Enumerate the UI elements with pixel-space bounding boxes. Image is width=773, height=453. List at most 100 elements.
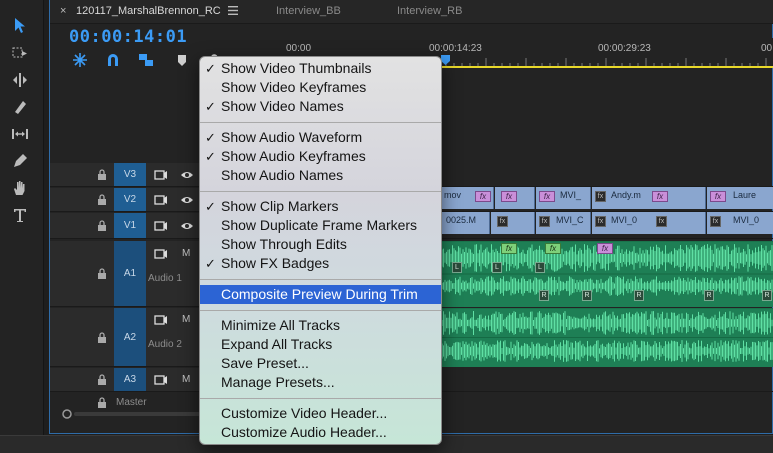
waveform-lane — [442, 311, 773, 335]
menu-item-customize-video-header[interactable]: Customize Video Header... — [200, 404, 441, 423]
video-clip[interactable]: fx MVI_0 fx — [592, 212, 706, 234]
tab-interview-rb[interactable]: Interview_RB — [397, 5, 462, 17]
ripple-edit-tool-icon[interactable] — [6, 69, 34, 91]
menu-item-show-video-names[interactable]: ✓ Show Video Names — [200, 97, 441, 116]
r-badge: R — [704, 290, 714, 301]
zoom-scrollbar[interactable] — [62, 409, 200, 419]
sync-lock-icon[interactable] — [154, 220, 168, 232]
lock-icon[interactable] — [96, 332, 108, 344]
menu-item-show-duplicate-frame-markers[interactable]: Show Duplicate Frame Markers — [200, 216, 441, 235]
fx-badge: fx — [501, 191, 517, 202]
menu-item-minimize-all-tracks[interactable]: Minimize All Tracks — [200, 316, 441, 335]
track-target-a1[interactable]: A1 — [114, 241, 146, 306]
sync-lock-icon[interactable] — [154, 314, 168, 326]
clip-name: mov — [444, 190, 462, 200]
menu-item-label: Show Duplicate Frame Markers — [221, 217, 418, 233]
sync-lock-icon[interactable] — [154, 194, 168, 206]
menu-item-save-preset[interactable]: Save Preset... — [200, 354, 441, 373]
video-clip[interactable]: 0025.M — [442, 212, 490, 234]
lock-icon[interactable] — [96, 220, 108, 232]
type-tool-icon[interactable] — [6, 204, 34, 226]
ruler-label: 00:00 — [286, 43, 312, 54]
pen-tool-icon[interactable] — [6, 150, 34, 172]
menu-item-composite-preview-during-trim[interactable]: Composite Preview During Trim — [200, 285, 441, 304]
playhead-timecode[interactable]: 00:00:14:01 — [69, 27, 187, 47]
video-clip[interactable]: fx MVI_C — [536, 212, 591, 234]
fx-badge: fx — [539, 216, 550, 227]
track-label: Audio 1 — [148, 273, 182, 284]
menu-item-label: Show Audio Waveform — [221, 129, 363, 145]
hamburger-icon[interactable] — [228, 6, 238, 18]
nest-icon[interactable] — [72, 52, 88, 68]
menu-item-show-fx-badges[interactable]: ✓ Show FX Badges — [200, 254, 441, 273]
lock-icon[interactable] — [96, 374, 108, 386]
mute-button[interactable]: M — [182, 314, 190, 325]
sync-lock-icon[interactable] — [154, 169, 168, 181]
audio-clip-a2[interactable] — [442, 308, 773, 367]
track-target-a2[interactable]: A2 — [114, 308, 146, 366]
tab-close-icon[interactable]: × — [60, 5, 66, 17]
menu-item-label: Composite Preview During Trim — [221, 286, 418, 302]
menu-item-show-audio-waveform[interactable]: ✓ Show Audio Waveform — [200, 128, 441, 147]
video-clip[interactable]: fx Laure — [707, 187, 773, 209]
linked-selection-icon[interactable] — [138, 52, 154, 68]
menu-item-label: Save Preset... — [221, 355, 309, 371]
menu-item-show-audio-names[interactable]: Show Audio Names — [200, 166, 441, 185]
menu-item-expand-all-tracks[interactable]: Expand All Tracks — [200, 335, 441, 354]
track-target-v2[interactable]: V2 — [114, 188, 146, 211]
track-target-a3[interactable]: A3 — [114, 368, 146, 391]
slip-tool-icon[interactable] — [6, 123, 34, 145]
waveform-lane — [442, 276, 773, 296]
track-label: Audio 2 — [148, 339, 182, 350]
menu-item-label: Show Video Keyframes — [221, 79, 367, 95]
menu-item-manage-presets[interactable]: Manage Presets... — [200, 373, 441, 392]
sync-lock-icon[interactable] — [154, 374, 168, 386]
track-target-v3[interactable]: V3 — [114, 163, 146, 186]
add-marker-icon[interactable] — [174, 52, 190, 68]
audio-clip-a1[interactable]: fx fx fx L L L R R R R R — [442, 241, 773, 307]
timeline-display-settings-menu: ✓ Show Video Thumbnails Show Video Keyfra… — [199, 56, 442, 445]
l-badge: L — [452, 262, 462, 273]
mute-button[interactable]: M — [182, 248, 190, 259]
checkmark-icon: ✓ — [205, 149, 216, 164]
video-clip[interactable]: fx MVI_ — [536, 187, 591, 209]
lock-icon[interactable] — [96, 194, 108, 206]
selection-tool-icon[interactable] — [6, 14, 34, 36]
r-badge: R — [582, 290, 592, 301]
eye-icon[interactable] — [180, 220, 194, 232]
video-clip[interactable]: mov fx — [442, 187, 494, 209]
eye-icon[interactable] — [180, 169, 194, 181]
video-clip[interactable]: fx MVI_0 — [707, 212, 773, 234]
lock-icon[interactable] — [96, 268, 108, 280]
lock-icon[interactable] — [96, 169, 108, 181]
fx-badge: fx — [539, 191, 555, 202]
razor-tool-icon[interactable] — [6, 96, 34, 118]
menu-item-show-clip-markers[interactable]: ✓ Show Clip Markers — [200, 197, 441, 216]
menu-separator — [200, 398, 441, 399]
lock-icon[interactable] — [96, 397, 108, 409]
tab-interview-bb[interactable]: Interview_BB — [276, 5, 341, 17]
menu-item-show-audio-keyframes[interactable]: ✓ Show Audio Keyframes — [200, 147, 441, 166]
menu-separator — [200, 191, 441, 192]
video-clip[interactable]: fx Andy.m fx — [592, 187, 706, 209]
menu-item-show-video-keyframes[interactable]: Show Video Keyframes — [200, 78, 441, 97]
work-area-bar[interactable] — [442, 66, 773, 68]
track-select-tool-icon[interactable] — [6, 42, 34, 64]
menu-item-customize-audio-header[interactable]: Customize Audio Header... — [200, 423, 441, 442]
eye-icon[interactable] — [180, 194, 194, 206]
hand-tool-icon[interactable] — [6, 177, 34, 199]
fx-badge: fx — [545, 243, 561, 254]
fx-badge: fx — [501, 243, 517, 254]
menu-item-label: Show Video Names — [221, 98, 344, 114]
mute-button[interactable]: M — [182, 374, 190, 385]
menu-item-label: Minimize All Tracks — [221, 317, 341, 333]
video-clip[interactable]: fx — [495, 187, 535, 209]
snap-magnet-icon[interactable] — [105, 52, 121, 68]
track-target-v1[interactable]: V1 — [114, 213, 146, 238]
video-clip[interactable]: fx — [491, 212, 535, 234]
sync-lock-icon[interactable] — [154, 248, 168, 260]
menu-item-label: Show Video Thumbnails — [221, 60, 372, 76]
menu-item-show-video-thumbnails[interactable]: ✓ Show Video Thumbnails — [200, 59, 441, 78]
tab-sequence-marshal[interactable]: 120117_MarshalBrennon_RC — [76, 5, 221, 17]
menu-item-show-through-edits[interactable]: Show Through Edits — [200, 235, 441, 254]
